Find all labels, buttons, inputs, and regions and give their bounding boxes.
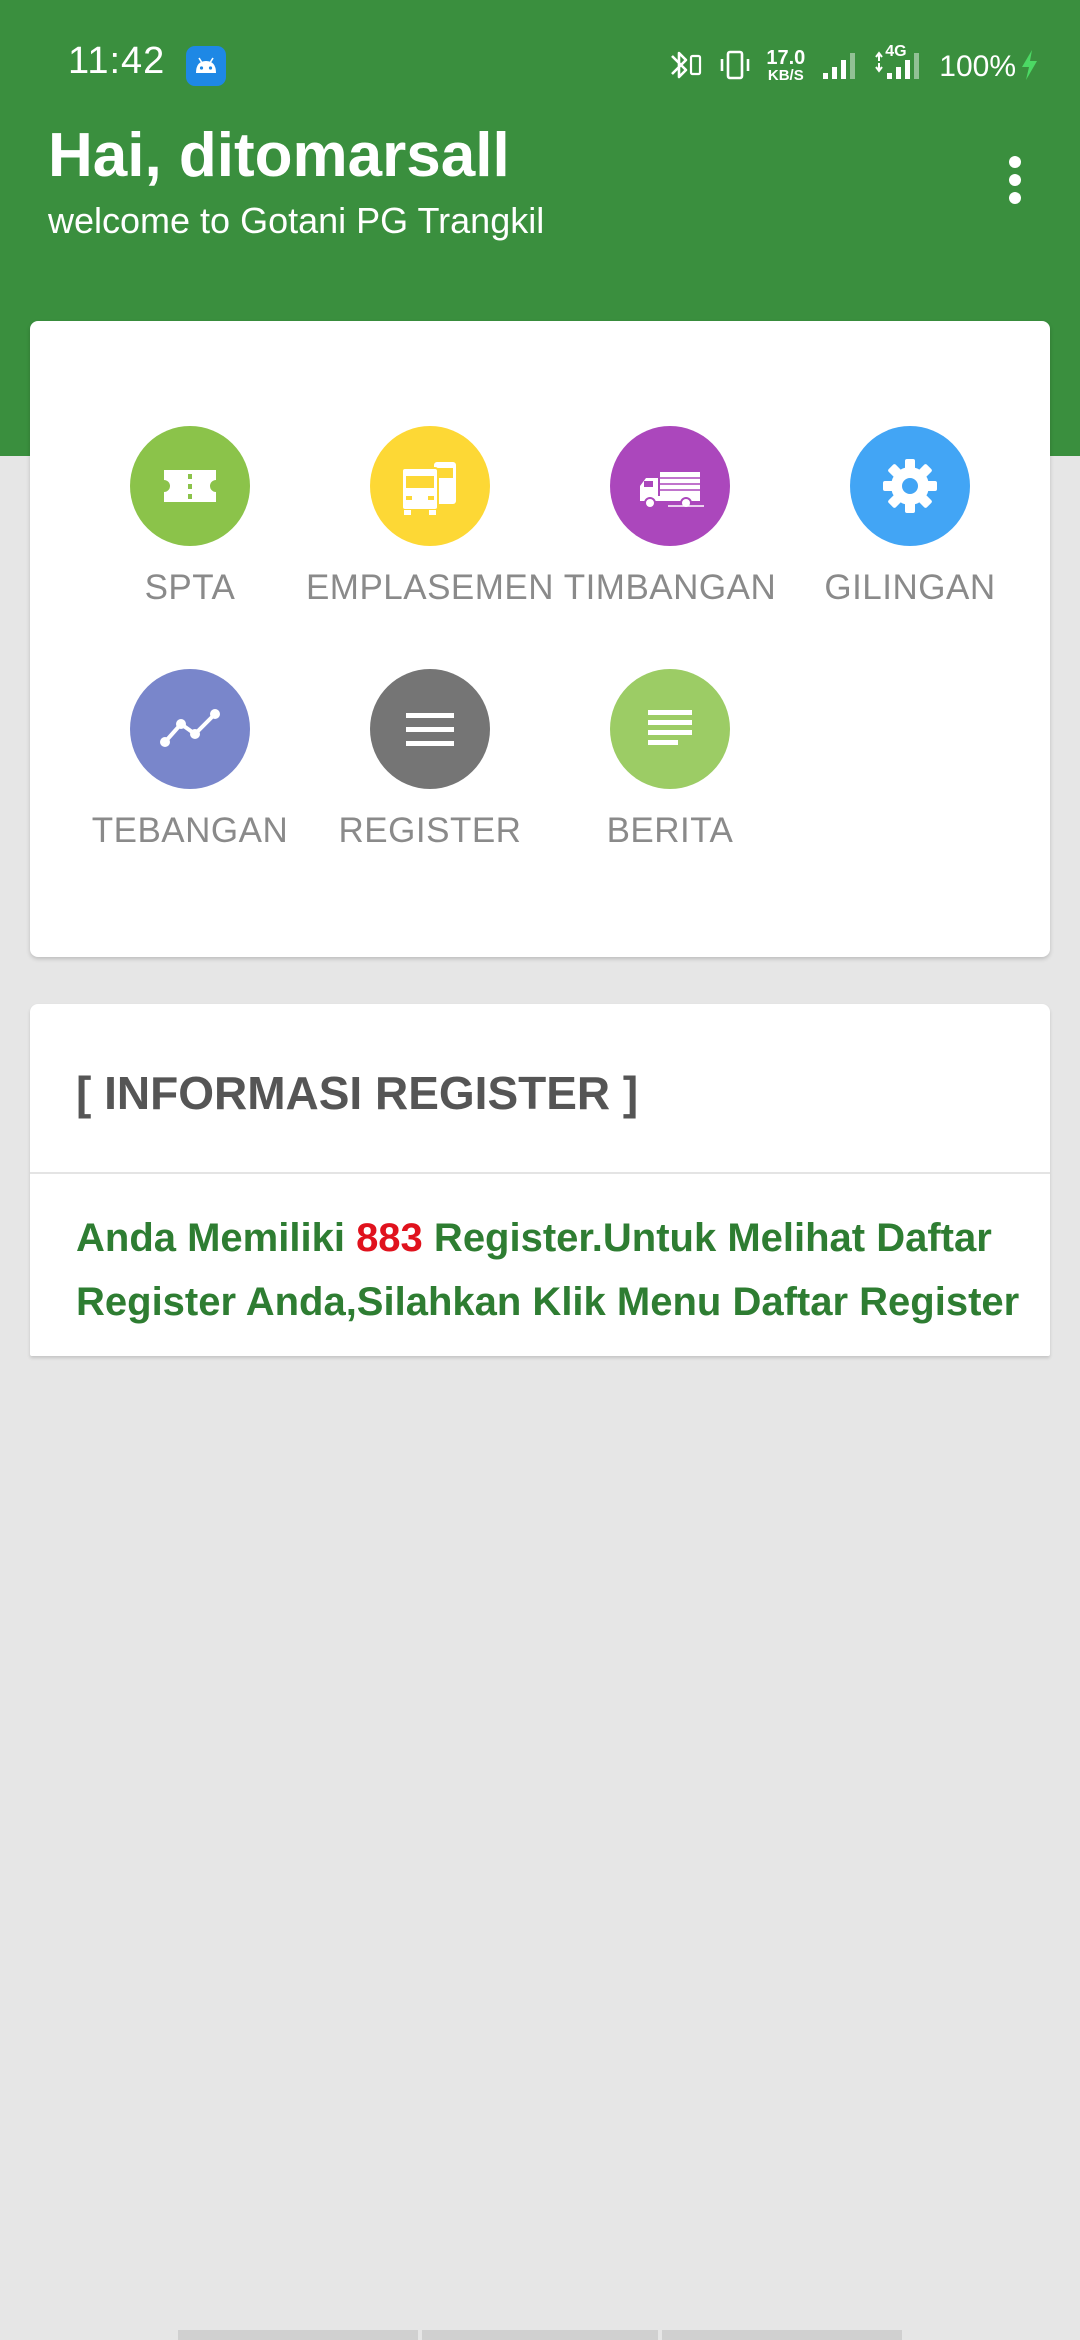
menu-item-timbangan[interactable]: TIMBANGAN	[550, 426, 790, 626]
menu-item-spta[interactable]: SPTA	[70, 426, 310, 626]
menu-item-register[interactable]: REGISTER	[310, 669, 550, 869]
trend-line-icon	[130, 669, 250, 789]
register-info-card: [ INFORMASI REGISTER ] Anda Memiliki 883…	[30, 1004, 1050, 1356]
menu-item-berita[interactable]: BERITA	[550, 669, 790, 869]
network-type-label: 4G	[885, 42, 907, 60]
menu-item-label: TIMBANGAN	[563, 568, 777, 607]
nav-gesture-hint	[422, 2330, 658, 2340]
menu-item-label: GILINGAN	[824, 568, 996, 607]
battery-level: 100%	[939, 50, 1016, 83]
menu-lines-icon	[370, 669, 490, 789]
android-notification-icon	[186, 46, 226, 86]
register-count: 883	[356, 1216, 423, 1260]
overflow-menu-icon[interactable]	[1000, 150, 1030, 210]
signal-4g-icon: 4G	[873, 43, 925, 88]
status-time: 11:42	[68, 40, 166, 82]
register-info-message: Anda Memiliki 883 Register.Untuk Melihat…	[76, 1206, 1036, 1334]
network-speed-unit: KB/S	[767, 67, 804, 84]
gear-icon	[850, 426, 970, 546]
charging-icon	[1018, 47, 1040, 88]
nav-gesture-hint	[178, 2330, 418, 2340]
greeting-title: Hai, ditomarsall	[48, 121, 510, 190]
status-bar: 11:42 17.0 KB/S 4G 100%	[0, 0, 1080, 130]
menu-item-label: BERITA	[606, 811, 734, 850]
menu-item-label: REGISTER	[338, 811, 522, 850]
ticket-icon	[130, 426, 250, 546]
nav-gesture-hint	[662, 2330, 902, 2340]
network-speed: 17.0 KB/S	[766, 47, 806, 85]
menu-card: SPTA EMPLASEMEN TIMBANGAN GILINGAN TEBAN…	[30, 321, 1050, 957]
menu-item-gilingan[interactable]: GILINGAN	[790, 426, 1030, 626]
trucks-icon	[370, 426, 490, 546]
menu-item-label: SPTA	[144, 568, 236, 607]
article-icon	[610, 669, 730, 789]
info-card-title: [ INFORMASI REGISTER ]	[76, 1067, 639, 1119]
menu-item-tebangan[interactable]: TEBANGAN	[70, 669, 310, 869]
menu-item-label: TEBANGAN	[91, 811, 289, 850]
menu-item-emplasemen[interactable]: EMPLASEMEN	[306, 426, 554, 626]
vibrate-icon	[718, 47, 752, 88]
network-speed-value: 17.0	[766, 47, 806, 69]
menu-item-label: EMPLASEMEN	[305, 568, 555, 607]
divider	[30, 1172, 1050, 1174]
delivery-truck-icon	[610, 426, 730, 546]
welcome-subtitle: welcome to Gotani PG Trangkil	[48, 200, 545, 241]
bluetooth-icon	[666, 47, 704, 88]
signal-icon	[819, 47, 859, 88]
info-text-before: Anda Memiliki	[76, 1216, 357, 1260]
